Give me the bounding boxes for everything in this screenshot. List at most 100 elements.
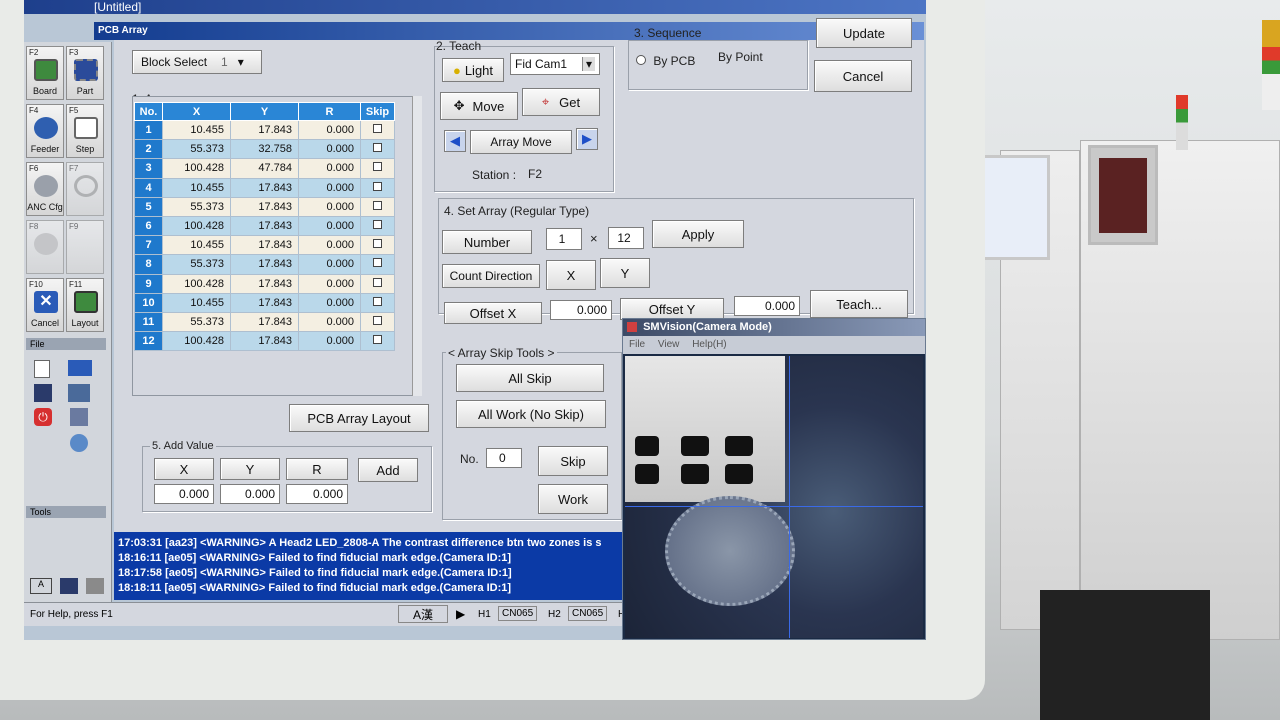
r-cell[interactable]: 0.000 <box>298 158 361 179</box>
camera-select[interactable]: Fid Cam1 ▾ <box>510 53 600 75</box>
table-row[interactable]: 7 10.455 17.843 0.000 <box>134 235 395 256</box>
skip-cell[interactable] <box>360 215 395 237</box>
y-cell[interactable]: 17.843 <box>230 215 299 237</box>
skip-checkbox[interactable] <box>373 315 382 325</box>
x-cell[interactable]: 100.428 <box>162 215 231 237</box>
table-row[interactable]: 1 10.455 17.843 0.000 <box>134 119 395 141</box>
play-icon[interactable]: ▶ <box>456 607 465 621</box>
add-y-input[interactable]: 0.000 <box>220 484 280 504</box>
skip-cell[interactable] <box>360 273 395 294</box>
anc-cfg-button[interactable]: F6 ANC Cfg <box>26 162 64 216</box>
row-number-cell[interactable]: 8 <box>134 254 163 275</box>
y-cell[interactable]: 17.843 <box>230 177 299 198</box>
skip-checkbox[interactable] <box>373 220 382 230</box>
cancel-tool-button[interactable]: F10 ✕ Cancel <box>26 278 64 332</box>
y-cell[interactable]: 17.843 <box>230 235 299 256</box>
table-row[interactable]: 6 100.428 17.843 0.000 <box>134 215 395 237</box>
calculator-icon[interactable] <box>60 578 78 594</box>
array-move-prev-button[interactable]: ◀ <box>444 130 466 152</box>
skip-cell[interactable] <box>360 177 395 198</box>
power-icon[interactable]: ⏻ <box>34 408 52 426</box>
row-number-cell[interactable]: 5 <box>134 196 163 217</box>
message-log[interactable]: 17:03:31 [aa23] <WARNING> A Head2 LED_28… <box>114 532 626 600</box>
y-cell[interactable]: 17.843 <box>230 292 299 313</box>
y-cell[interactable]: 17.843 <box>230 254 299 275</box>
y-cell[interactable]: 17.843 <box>230 331 299 352</box>
print-icon[interactable] <box>70 408 88 426</box>
x-cell[interactable]: 55.373 <box>162 196 231 217</box>
row-number-cell[interactable]: 10 <box>134 292 163 313</box>
camera-view[interactable] <box>625 356 923 638</box>
r-cell[interactable]: 0.000 <box>298 311 361 333</box>
skip-checkbox[interactable] <box>373 258 382 268</box>
camera-window[interactable]: SMVision(Camera Mode) File View Help(H) <box>622 318 926 640</box>
x-cell[interactable]: 55.373 <box>162 254 231 275</box>
open-folder-icon[interactable] <box>68 360 92 376</box>
all-skip-button[interactable]: All Skip <box>456 364 604 392</box>
table-row[interactable]: 10 10.455 17.843 0.000 <box>134 292 395 313</box>
r-cell[interactable]: 0.000 <box>298 177 361 198</box>
skip-checkbox[interactable] <box>373 335 382 345</box>
all-work-button[interactable]: All Work (No Skip) <box>456 400 606 428</box>
skip-checkbox[interactable] <box>373 143 382 153</box>
board-button[interactable]: F2 Board <box>26 46 64 100</box>
row-number-cell[interactable]: 4 <box>134 177 163 198</box>
camera-menu-file[interactable]: File <box>629 339 645 350</box>
offset-x-input[interactable]: 0.000 <box>550 300 612 320</box>
x-cell[interactable]: 10.455 <box>162 235 231 256</box>
direction-y-button[interactable]: Y <box>600 258 650 288</box>
row-number-cell[interactable]: 6 <box>134 215 163 237</box>
y-cell[interactable]: 17.843 <box>230 311 299 333</box>
camera-menu-view[interactable]: View <box>658 339 680 350</box>
layout-tool-button[interactable]: F11 Layout <box>66 278 104 332</box>
skip-cell[interactable] <box>360 311 395 333</box>
r-cell[interactable]: 0.000 <box>298 119 361 141</box>
table-row[interactable]: 12 100.428 17.843 0.000 <box>134 331 395 352</box>
skip-cell[interactable] <box>360 158 395 179</box>
direction-x-button[interactable]: X <box>546 260 596 290</box>
save-icon[interactable] <box>34 384 52 402</box>
pcb-array-layout-button[interactable]: PCB Array Layout <box>289 404 429 432</box>
search-tool-button[interactable]: F7 <box>66 162 104 216</box>
number-y-input[interactable]: 12 <box>608 227 644 249</box>
skip-checkbox[interactable] <box>373 200 382 210</box>
table-row[interactable]: 9 100.428 17.843 0.000 <box>134 273 395 294</box>
file-panel-header[interactable]: File <box>26 338 106 350</box>
get-button[interactable]: ⌖ Get <box>522 88 600 116</box>
skip-checkbox[interactable] <box>373 162 382 172</box>
apply-button[interactable]: Apply <box>652 220 744 248</box>
number-x-input[interactable]: 1 <box>546 228 582 250</box>
skip-cell[interactable] <box>360 331 395 352</box>
row-number-cell[interactable]: 3 <box>134 158 163 179</box>
disabled-tool-button-1[interactable]: F8 <box>26 220 64 274</box>
array-move-next-button[interactable]: ▶ <box>576 128 598 150</box>
skip-cell[interactable] <box>360 235 395 256</box>
light-button[interactable]: ● Light <box>442 58 504 82</box>
r-cell[interactable]: 0.000 <box>298 196 361 217</box>
x-cell[interactable]: 10.455 <box>162 177 231 198</box>
y-cell[interactable]: 17.843 <box>230 119 299 141</box>
sequence-option-by-pcb[interactable]: By PCB <box>636 54 695 68</box>
r-cell[interactable]: 0.000 <box>298 254 361 275</box>
skip-button[interactable]: Skip <box>538 446 608 476</box>
y-cell[interactable]: 47.784 <box>230 158 299 179</box>
step-button[interactable]: F5 Step <box>66 104 104 158</box>
row-number-cell[interactable]: 2 <box>134 139 163 160</box>
skip-checkbox[interactable] <box>373 181 382 191</box>
x-cell[interactable]: 10.455 <box>162 292 231 313</box>
skip-checkbox[interactable] <box>373 239 382 249</box>
x-cell[interactable]: 100.428 <box>162 331 231 352</box>
row-number-cell[interactable]: 9 <box>134 273 163 294</box>
update-button[interactable]: Update <box>816 18 912 48</box>
array-scrollbar[interactable] <box>412 96 422 396</box>
skip-checkbox[interactable] <box>373 296 382 306</box>
offset-y-input[interactable]: 0.000 <box>734 296 800 316</box>
table-row[interactable]: 3 100.428 47.784 0.000 <box>134 158 395 179</box>
table-row[interactable]: 2 55.373 32.758 0.000 <box>134 139 395 160</box>
add-x-input[interactable]: 0.000 <box>154 484 214 504</box>
x-cell[interactable]: 55.373 <box>162 311 231 333</box>
skip-cell[interactable] <box>360 254 395 275</box>
table-row[interactable]: 4 10.455 17.843 0.000 <box>134 177 395 198</box>
y-cell[interactable]: 17.843 <box>230 273 299 294</box>
row-number-cell[interactable]: 11 <box>134 311 163 333</box>
